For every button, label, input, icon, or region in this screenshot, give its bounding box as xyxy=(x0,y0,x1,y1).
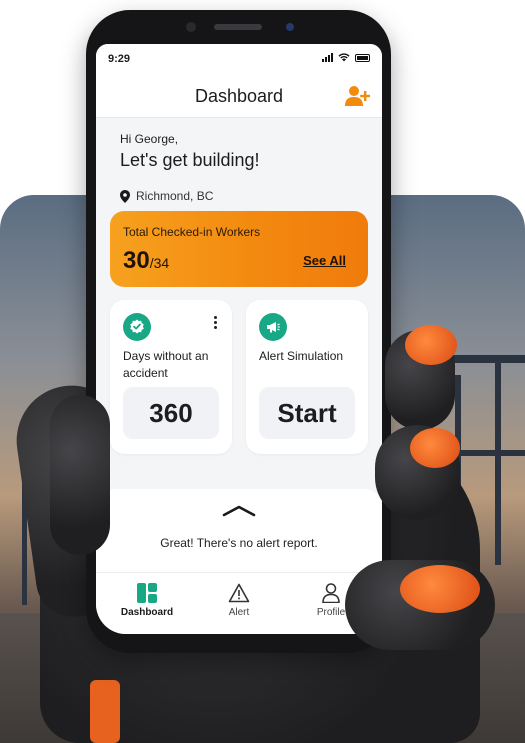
days-count: 360 xyxy=(123,387,219,439)
tile-label: Alert Simulation xyxy=(259,349,344,363)
signal-icon xyxy=(322,53,333,62)
total-count: /34 xyxy=(149,255,170,271)
profile-icon xyxy=(322,583,340,603)
verified-check-icon xyxy=(123,313,151,341)
person-add-icon[interactable] xyxy=(344,85,370,107)
glove-fingertip xyxy=(400,565,480,613)
alert-report-panel: Great! There's no alert report. xyxy=(96,489,382,572)
see-all-link[interactable]: See All xyxy=(303,253,346,268)
bottom-navigation: Dashboard Alert Profile xyxy=(96,572,382,634)
status-bar: 9:29 xyxy=(96,44,382,74)
glove-fingertip xyxy=(405,325,457,365)
chevron-up-icon[interactable] xyxy=(222,505,256,517)
more-options-icon[interactable] xyxy=(214,316,217,329)
glove-finger xyxy=(50,395,110,555)
page-title: Dashboard xyxy=(194,86,284,106)
nav-label: Profile xyxy=(316,607,346,618)
header: Dashboard xyxy=(96,74,382,118)
status-time: 9:29 xyxy=(108,53,131,65)
location-row: Richmond, BC xyxy=(120,189,213,203)
workers-card-title: Total Checked-in Workers xyxy=(123,225,261,239)
phone-speaker xyxy=(214,24,262,30)
dashboard-icon xyxy=(137,583,157,603)
glove-cuff xyxy=(90,680,120,743)
nav-label: Alert xyxy=(228,607,250,618)
nav-alert[interactable]: Alert xyxy=(194,583,284,618)
start-simulation-button[interactable]: Start xyxy=(259,387,355,439)
wifi-icon xyxy=(338,53,350,62)
front-sensor xyxy=(286,23,294,31)
workers-count: 30/34 xyxy=(123,247,169,275)
front-camera xyxy=(186,22,196,32)
status-icons xyxy=(322,53,370,62)
alert-status-message: Great! There's no alert report. xyxy=(160,536,318,550)
days-without-accident-tile[interactable]: Days without an accident 360 xyxy=(110,300,232,454)
battery-icon xyxy=(355,53,370,62)
nav-label: Dashboard xyxy=(120,607,174,618)
nav-dashboard[interactable]: Dashboard xyxy=(102,583,192,618)
steel-beam xyxy=(495,360,501,565)
checked-in-workers-card[interactable]: Total Checked-in Workers 30/34 See All xyxy=(110,211,368,287)
greeting-headline: Let's get building! xyxy=(120,150,260,170)
warning-icon xyxy=(228,583,250,603)
megaphone-icon xyxy=(259,313,287,341)
alert-simulation-tile[interactable]: Alert Simulation Start xyxy=(246,300,368,454)
location-name: Richmond, BC xyxy=(136,189,214,203)
checked-in-count: 30 xyxy=(123,247,150,274)
app-screen: 9:29 Dashboard Hi George, Let's get buil… xyxy=(96,44,382,634)
greeting-text: Hi George, xyxy=(120,132,179,146)
tile-label: Days without an accident xyxy=(123,349,209,380)
glove-fingertip xyxy=(410,428,460,468)
location-pin-icon xyxy=(120,189,130,203)
